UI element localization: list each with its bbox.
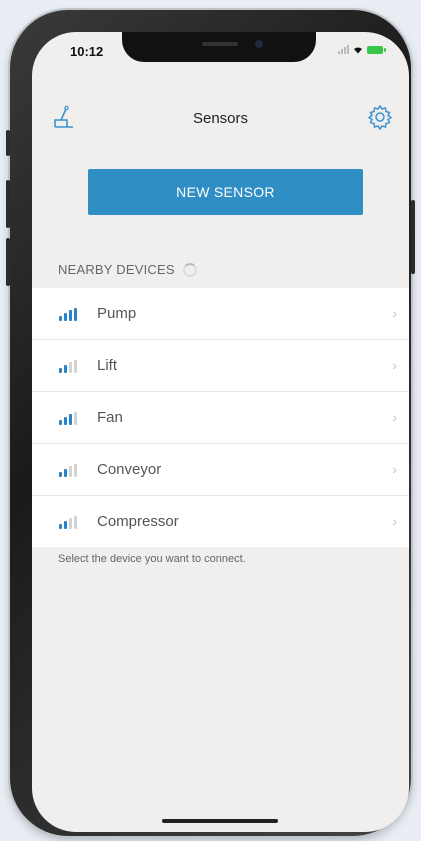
device-name: Lift <box>97 357 118 374</box>
device-row[interactable]: Lift › <box>32 340 409 392</box>
chevron-right-icon: › <box>392 513 397 529</box>
nearby-devices-header: NEARBY DEVICES <box>58 262 197 277</box>
navigation-bar: Sensors <box>32 96 409 140</box>
chevron-right-icon: › <box>392 357 397 373</box>
signal-strength-icon <box>59 464 77 477</box>
new-sensor-button[interactable]: NEW SENSOR <box>88 169 363 215</box>
section-title: NEARBY DEVICES <box>58 262 175 277</box>
power-button <box>411 200 415 274</box>
chevron-right-icon: › <box>392 409 397 425</box>
speaker <box>202 42 238 46</box>
home-indicator[interactable] <box>162 819 278 823</box>
volume-up-button <box>6 180 10 228</box>
signal-strength-icon <box>59 412 77 425</box>
device-row[interactable]: Compressor › <box>32 496 409 547</box>
wifi-icon <box>354 46 362 53</box>
volume-down-button <box>6 238 10 286</box>
device-name: Pump <box>97 305 137 322</box>
app-screen: 10:12 Sensors NEW SENSOR NEARBY DEVICES … <box>32 32 409 832</box>
device-name: Conveyor <box>97 461 162 478</box>
device-list: Pump › Lift › Fan › Conveyor › Compresso… <box>32 288 409 547</box>
chevron-right-icon: › <box>392 461 397 477</box>
front-camera <box>255 40 263 48</box>
notch <box>122 32 316 62</box>
phone-frame: 10:12 Sensors NEW SENSOR NEARBY DEVICES … <box>6 10 415 836</box>
page-title: Sensors <box>192 110 249 127</box>
mute-switch <box>6 130 10 156</box>
device-name: Compressor <box>97 513 179 530</box>
device-row[interactable]: Fan › <box>32 392 409 444</box>
device-row[interactable]: Conveyor › <box>32 444 409 496</box>
gear-icon[interactable] <box>367 104 393 131</box>
status-time: 10:12 <box>70 44 104 59</box>
signal-strength-icon <box>59 516 77 529</box>
signal-strength-icon <box>59 308 77 321</box>
signal-strength-icon <box>59 360 77 373</box>
helper-text: Select the device you want to connect. <box>58 553 246 565</box>
battery-icon <box>367 45 386 54</box>
cellular-signal-icon <box>338 45 349 54</box>
chevron-right-icon: › <box>392 305 397 321</box>
device-row[interactable]: Pump › <box>32 288 409 340</box>
device-name: Fan <box>97 409 123 426</box>
loading-spinner-icon <box>182 262 197 277</box>
status-icons <box>338 45 386 54</box>
